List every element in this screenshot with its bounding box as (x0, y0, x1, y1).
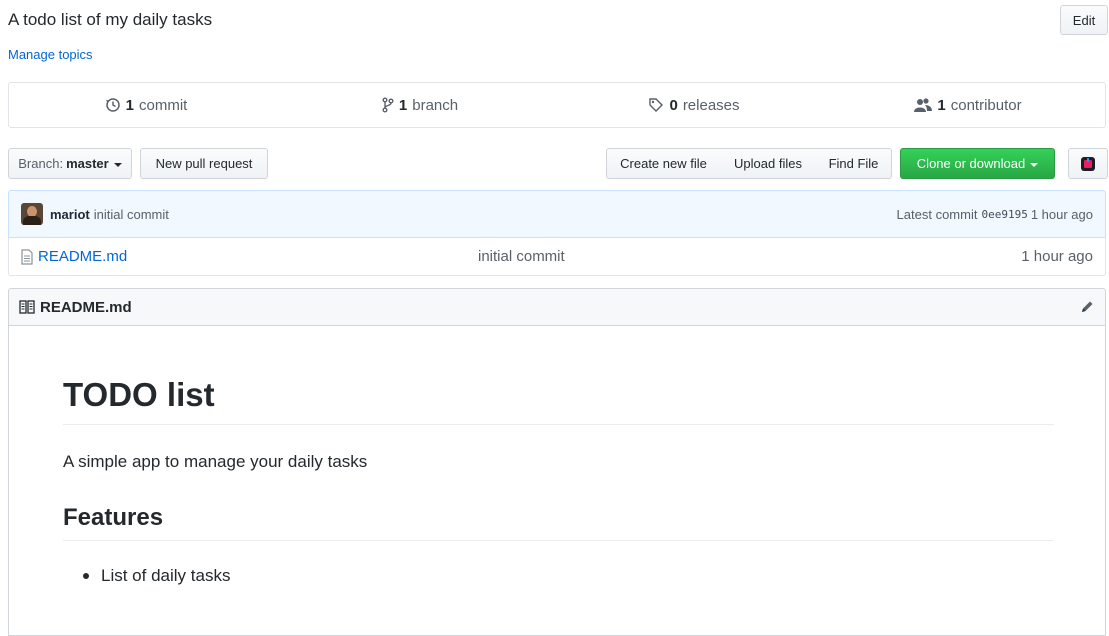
contributors-label: contributor (950, 96, 1022, 114)
chevron-down-icon (1030, 162, 1039, 167)
releases-count-link[interactable]: 0 releases (557, 97, 831, 114)
avatar[interactable] (21, 203, 43, 225)
contributors-count-link[interactable]: 1 contributor (831, 97, 1105, 114)
latest-commit-label: Latest commit (896, 206, 978, 222)
branches-label: branch (412, 96, 459, 114)
readme-subheading: Features (63, 504, 1054, 541)
readme-heading: TODO list (63, 376, 1054, 425)
find-file-button[interactable]: Find File (816, 148, 892, 179)
releases-label: releases (682, 96, 740, 114)
file-icon (21, 248, 33, 265)
chevron-down-icon (113, 162, 122, 167)
branches-count-link[interactable]: 1 branch (283, 97, 557, 114)
commit-sha-link[interactable]: 0ee9195 (981, 208, 1027, 221)
history-icon (105, 97, 121, 113)
file-link[interactable]: README.md (21, 248, 127, 265)
commit-age: 1 hour ago (1030, 206, 1093, 222)
branches-count: 1 (398, 96, 408, 114)
file-age: 1 hour ago (1021, 248, 1093, 265)
releases-count: 0 (669, 96, 678, 114)
branch-select-button[interactable]: Branch: master (8, 148, 132, 179)
file-name: README.md (38, 248, 128, 265)
readme-title: README.md (40, 298, 132, 316)
branch-label: Branch: (18, 156, 64, 171)
file-row: README.md initial commit 1 hour ago (8, 238, 1106, 276)
clone-or-download-button[interactable]: Clone or download (900, 148, 1055, 179)
readme-header: README.md (8, 288, 1106, 326)
list-item-text: List of daily tasks (101, 566, 231, 585)
readme-body: TODO list A simple app to manage your da… (8, 326, 1106, 636)
book-icon (19, 300, 35, 314)
clone-label: Clone or download (916, 156, 1026, 171)
commit-author[interactable]: mariot (50, 207, 90, 222)
new-pull-request-button[interactable]: New pull request (140, 148, 268, 179)
commits-label: commit (139, 96, 188, 114)
repo-numbers-summary: 1 commit 1 branch 0 releases 1 contribut… (8, 82, 1106, 128)
extension-icon (1080, 156, 1096, 172)
bullet-icon (83, 573, 89, 579)
file-commit-message[interactable]: initial commit (478, 248, 565, 265)
people-icon (914, 97, 933, 113)
readme-paragraph: A simple app to manage your daily tasks (63, 452, 368, 471)
commits-count-link[interactable]: 1 commit (9, 97, 283, 114)
edit-button[interactable]: Edit (1060, 5, 1108, 35)
extension-button[interactable] (1068, 148, 1108, 179)
commits-count: 1 (125, 96, 134, 114)
commit-message[interactable]: initial commit (94, 207, 169, 222)
latest-commit-bar: mariot initial commit Latest commit 0ee9… (8, 190, 1106, 238)
manage-topics-link[interactable]: Manage topics (8, 47, 93, 62)
contributors-count: 1 (937, 96, 946, 114)
upload-files-button[interactable]: Upload files (720, 148, 817, 179)
list-item: List of daily tasks (83, 566, 1074, 586)
repo-description: A todo list of my daily tasks (8, 10, 213, 29)
pencil-icon[interactable] (1079, 299, 1095, 315)
git-branch-icon (382, 97, 394, 113)
create-new-file-button[interactable]: Create new file (606, 148, 721, 179)
tag-icon (648, 97, 664, 113)
branch-name: master (66, 156, 109, 171)
